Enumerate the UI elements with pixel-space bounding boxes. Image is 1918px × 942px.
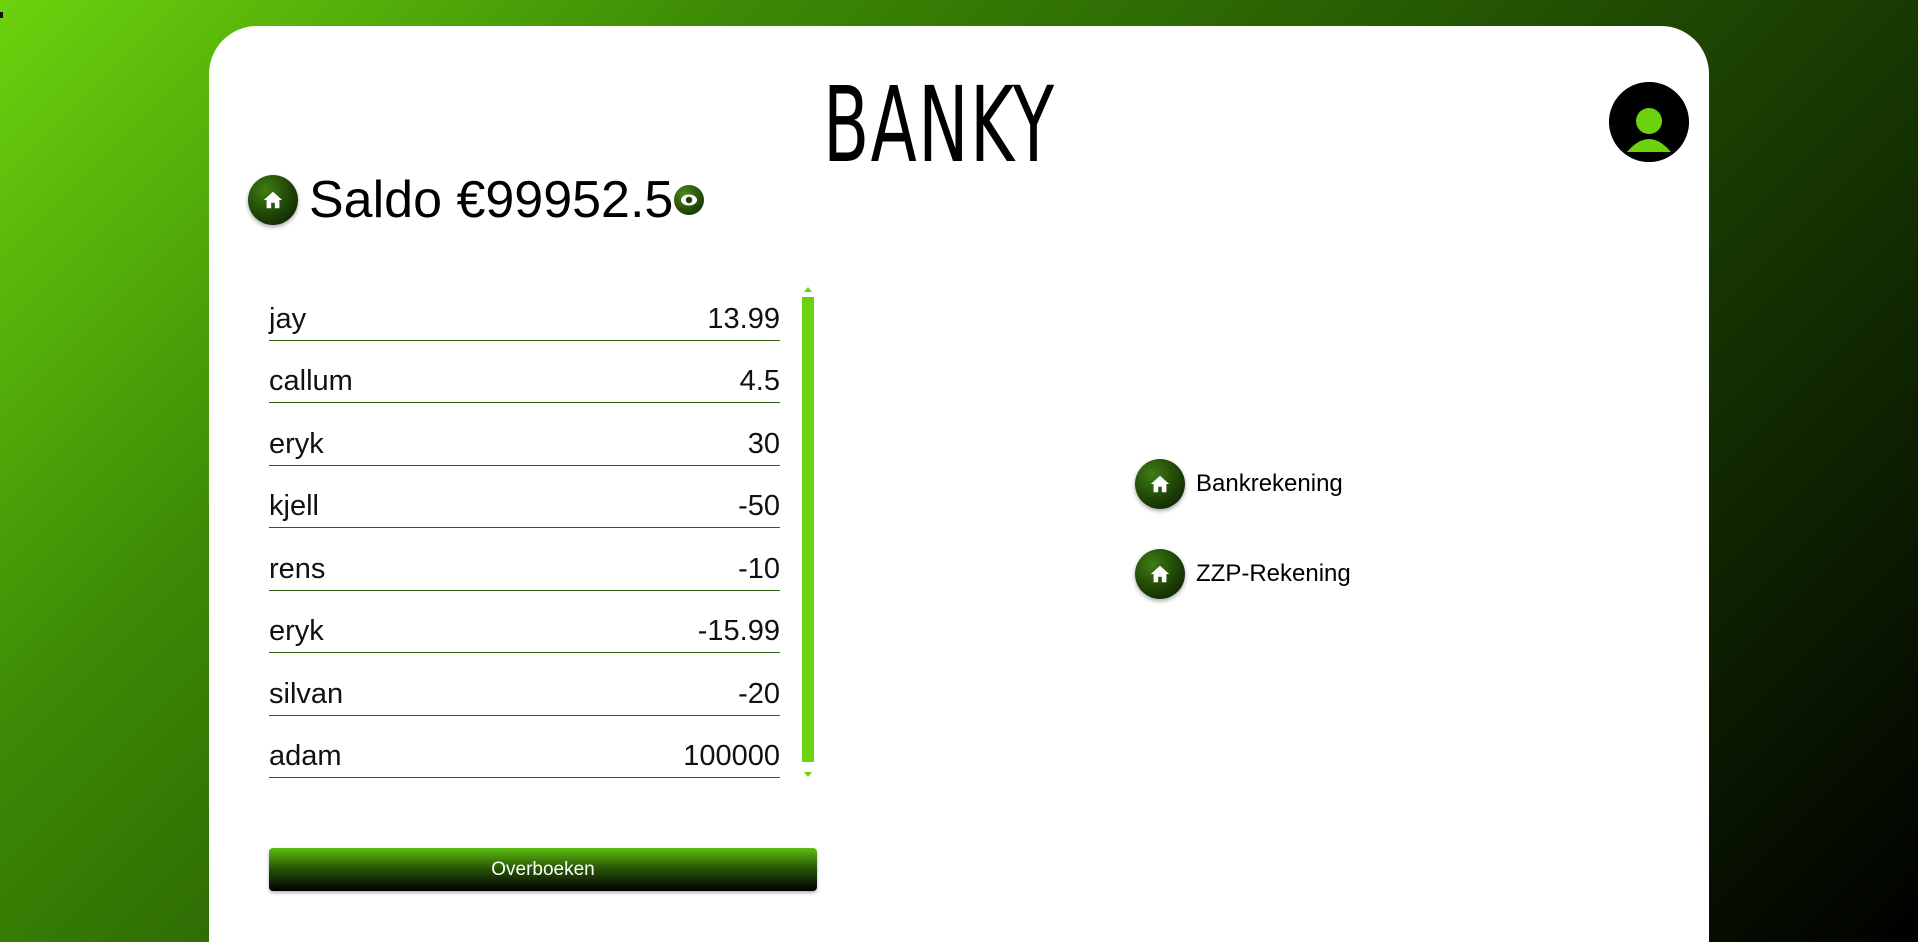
window-corner-mark [0, 12, 3, 18]
account-item-bankrekening[interactable]: Bankrekening [1135, 459, 1343, 509]
account-label: Bankrekening [1196, 470, 1343, 497]
transaction-row: jay 13.99 [269, 278, 780, 341]
transaction-amount: -50 [738, 490, 780, 522]
transaction-row: rens -10 [269, 528, 780, 591]
home-icon [263, 191, 283, 209]
transfer-button[interactable]: Overboeken [269, 848, 817, 891]
transaction-scrollbar[interactable] [801, 285, 815, 777]
transaction-row: kjell -50 [269, 466, 780, 528]
transaction-amount: 30 [747, 427, 780, 460]
banky-logo: BANKY [817, 64, 1101, 186]
transaction-name: silvan [269, 677, 344, 710]
home-icon [1150, 565, 1170, 583]
transaction-row: callum 4.5 [269, 341, 780, 403]
account-icon-button [1135, 459, 1185, 509]
transaction-row: silvan -20 [269, 653, 780, 716]
transaction-row: eryk -15.99 [269, 591, 780, 653]
transaction-name: eryk [269, 427, 324, 460]
transaction-name: kjell [269, 490, 319, 522]
account-item-zzp-rekening[interactable]: ZZP-Rekening [1135, 549, 1351, 599]
transaction-name: rens [269, 552, 326, 585]
balance-title: Saldo €99952.5 [309, 171, 674, 229]
transaction-amount: -10 [738, 552, 780, 585]
account-icon-button [1135, 549, 1185, 599]
home-button[interactable] [248, 175, 298, 225]
scrollbar-thumb[interactable] [802, 297, 814, 762]
account-label: ZZP-Rekening [1196, 560, 1351, 587]
toggle-balance-visibility-button[interactable] [674, 185, 704, 215]
transaction-amount: -20 [738, 677, 780, 710]
transaction-row: eryk 30 [269, 403, 780, 466]
transaction-list: jay 13.99 callum 4.5 eryk 30 kjell -50 r… [269, 278, 780, 778]
home-icon [1150, 475, 1170, 493]
transaction-name: adam [269, 740, 342, 772]
brand-name: BANKY [823, 64, 1056, 186]
transaction-row: adam 100000 [269, 716, 780, 778]
transaction-name: jay [269, 302, 307, 335]
transaction-name: eryk [269, 615, 324, 647]
scroll-down-arrow[interactable] [804, 772, 812, 777]
scroll-up-arrow[interactable] [804, 287, 812, 292]
transaction-name: callum [269, 365, 353, 397]
eye-icon [681, 194, 697, 206]
transaction-amount: 13.99 [707, 302, 780, 335]
user-avatar-icon [1609, 82, 1689, 162]
transaction-amount: 100000 [683, 740, 780, 772]
profile-button[interactable] [1609, 82, 1689, 162]
transaction-amount: 4.5 [739, 365, 780, 397]
transaction-amount: -15.99 [697, 615, 780, 647]
